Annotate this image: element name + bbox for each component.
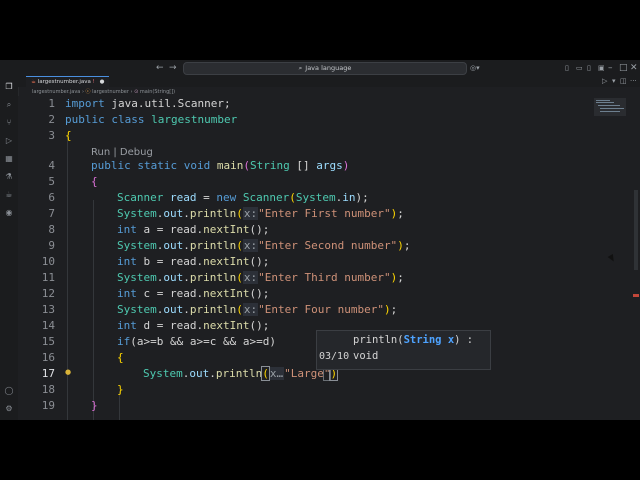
command-center-search[interactable]: ⌕ Java language [183, 62, 467, 75]
minimize-button[interactable]: – [608, 61, 613, 75]
line-number: 8 [48, 223, 55, 236]
nav-back-button[interactable]: ← [156, 61, 164, 75]
indent-guide [67, 136, 68, 420]
code-line: System.out.println(x:"Enter First number… [117, 207, 404, 220]
line-number: 1 [48, 97, 55, 110]
copilot-icon[interactable]: ◎▾ [470, 61, 480, 75]
breadcrumb-file[interactable]: largestnumber.java [32, 89, 80, 95]
account-icon[interactable]: ◯ [4, 386, 14, 396]
explorer-icon[interactable]: ❐ [4, 82, 14, 92]
breadcrumb-class[interactable]: largestnumber [92, 89, 129, 95]
line-number: 17 [41, 367, 55, 380]
tab-bar: ☕ largestnumber.java ! ● ▷ ▾ ◫ ··· [18, 76, 640, 88]
line-number: 4 [48, 159, 55, 172]
class-icon: ⓒ [85, 89, 91, 95]
more-actions-button[interactable]: ··· [630, 76, 637, 87]
line-number: 9 [48, 239, 55, 252]
tab-label: largestnumber.java [37, 79, 91, 85]
code-line: } [117, 383, 124, 396]
code-line: import java.util.Scanner; [65, 97, 231, 110]
return-type: void [353, 350, 379, 362]
breadcrumb: largestnumber.java › ⓒ largestnumber › ⊙… [32, 88, 175, 96]
toggle-panel-icon[interactable]: ▭ [576, 61, 583, 75]
line-number: 14 [41, 319, 55, 332]
code-line: Scanner read = new Scanner(System.in); [117, 191, 369, 204]
parameter-hint: x: [242, 271, 259, 284]
parameter-hint: x: [242, 303, 259, 316]
codelens-run-link[interactable]: Run [91, 147, 110, 158]
search-icon: ⌕ [298, 64, 303, 72]
code-line: int d = read.nextInt(); [117, 319, 270, 332]
scrollbar-thumb[interactable] [634, 190, 638, 270]
code-line: int b = read.nextInt(); [117, 255, 270, 268]
source-control-icon[interactable]: ⑂ [4, 118, 14, 128]
code-line: public static void main(String [] args) [91, 159, 350, 172]
activity-bar: ❐ ⌕ ⑂ ▷ ▦ ⚗ ☕ ◉ ◯ ⚙ [0, 76, 19, 420]
line-number: 7 [48, 207, 55, 220]
scrollbar-error-marker [633, 294, 639, 297]
codelens-debug-link[interactable]: Debug [120, 147, 153, 158]
java-icon[interactable]: ☕ [4, 190, 14, 200]
close-window-button[interactable]: ✕ [630, 61, 638, 75]
code-line: System.out.println(x:"Enter Second numbe… [117, 239, 411, 252]
line-number: 2 [48, 113, 55, 126]
java-file-icon: ☕ [31, 79, 36, 85]
lightbulb-icon[interactable]: ● [65, 368, 71, 376]
run-dropdown-icon[interactable]: ▾ [612, 76, 616, 87]
parameter-hint: x… [268, 367, 285, 380]
line-number: 13 [41, 303, 55, 316]
line-number: 5 [48, 175, 55, 188]
run-java-button[interactable]: ▷ [602, 76, 607, 87]
indent-guide [93, 200, 94, 420]
code-line: { [65, 129, 72, 142]
unsaved-dot-icon[interactable]: ● [100, 79, 105, 85]
line-number: 10 [41, 255, 55, 268]
code-line: if(a>=b && a>=c && a>=d) [117, 335, 276, 348]
code-line: { [117, 351, 124, 364]
line-number: 6 [48, 191, 55, 204]
run-debug-icon[interactable]: ▷ [4, 136, 14, 146]
method-icon: ⊙ [134, 89, 139, 95]
settings-icon[interactable]: ⚙ [4, 404, 14, 414]
code-line: System.out.println(x…"Large") [143, 366, 339, 381]
code-line: System.out.println(x:"Enter Third number… [117, 271, 404, 284]
toggle-sidebar-icon[interactable]: ▯ [565, 61, 569, 75]
split-editor-icon[interactable]: ◫ [620, 76, 627, 87]
signature-help-popup: 03/10 println(String x) : void [316, 330, 491, 370]
code-editor[interactable]: 1 2 3 4 5 6 7 8 9 10 11 12 13 14 15 16 1… [18, 96, 626, 420]
remote-icon[interactable]: ◉ [4, 208, 14, 218]
line-number: 16 [41, 351, 55, 364]
minimap[interactable] [594, 98, 626, 116]
command-center-text: Java language [305, 64, 352, 72]
code-line: public class largestnumber [65, 113, 238, 126]
nav-forward-button[interactable]: → [169, 61, 177, 75]
line-number: 19 [41, 399, 55, 412]
parameter-hint: x: [242, 239, 259, 252]
breadcrumb-method[interactable]: main(String[]) [140, 89, 175, 95]
line-number: 11 [41, 271, 55, 284]
tab-largestnumber-java[interactable]: ☕ largestnumber.java ! ● [26, 76, 110, 88]
extensions-icon[interactable]: ▦ [4, 154, 14, 164]
customize-layout-icon[interactable]: ▣ [598, 61, 605, 75]
code-line: int a = read.nextInt(); [117, 223, 270, 236]
signature-text: println(String x) : [353, 334, 474, 346]
code-line: } [91, 399, 98, 412]
code-line: { [91, 175, 98, 188]
tab-error-hint: ! [92, 79, 95, 85]
line-number: 12 [41, 287, 55, 300]
line-number: 15 [41, 335, 55, 348]
title-bar: ← → ⌕ Java language ◎▾ ▯ ▭ ▯ ▣ – □ ✕ [0, 60, 640, 76]
testing-icon[interactable]: ⚗ [4, 172, 14, 182]
search-icon[interactable]: ⌕ [4, 100, 14, 110]
line-number: 3 [48, 129, 55, 142]
line-number: 18 [41, 383, 55, 396]
maximize-button[interactable]: □ [619, 61, 628, 75]
toggle-secondary-sidebar-icon[interactable]: ▯ [587, 61, 591, 75]
code-line: int c = read.nextInt(); [117, 287, 270, 300]
code-line: System.out.println(x:"Enter Four number"… [117, 303, 398, 316]
parameter-hint: x: [242, 207, 259, 220]
overload-counter[interactable]: 03/10 [319, 351, 349, 362]
